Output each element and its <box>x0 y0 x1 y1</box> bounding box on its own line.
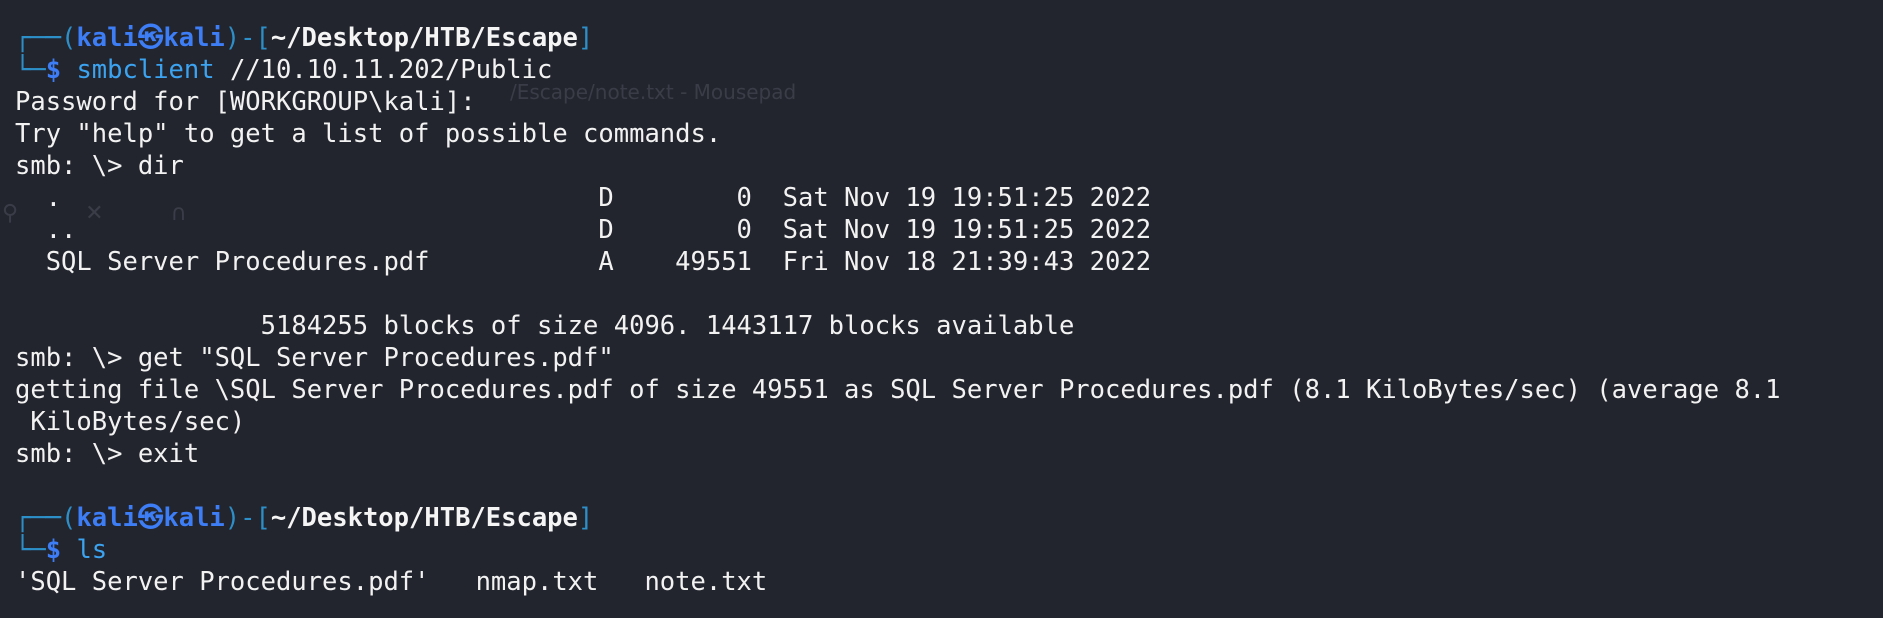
prompt-frame: )-[ <box>224 503 271 533</box>
command-name: ls <box>76 535 108 565</box>
prompt-frame: └─ <box>15 535 46 565</box>
prompt-frame: ┌──( <box>15 503 77 533</box>
prompt-frame: ┌──( <box>15 23 77 53</box>
output-line: 'SQL Server Procedures.pdf' nmap.txt not… <box>15 567 768 597</box>
output-line: smb: \> get "SQL Server Procedures.pdf" <box>15 343 614 373</box>
prompt-path: ~/Desktop/HTB/Escape <box>270 503 578 533</box>
skull-icon: ㉿ <box>137 503 164 533</box>
terminal-window[interactable]: /Escape/note.txt - Mousepad ⚲ ✕ ∩ ┌──(ka… <box>0 0 1883 618</box>
prompt-frame: ] <box>577 23 594 53</box>
output-line: Password for [WORKGROUP\kali]: <box>15 87 476 117</box>
prompt-host: kali <box>163 23 225 53</box>
prompt-header-line: ┌──(kali㉿kali)-[~/Desktop/HTB/Escape] <box>15 502 1883 534</box>
prompt-command-line: └─$ smbclient //10.10.11.202/Public <box>15 54 1883 86</box>
background-toolbar-icons: ⚲ ✕ ∩ <box>2 201 217 226</box>
output-line: . D 0 Sat Nov 19 19:51:25 2022 <box>15 183 1152 213</box>
prompt-path: ~/Desktop/HTB/Escape <box>270 23 578 53</box>
skull-icon: ㉿ <box>137 23 164 53</box>
output-line: KiloBytes/sec) <box>15 407 246 437</box>
command-args: //10.10.11.202/Public <box>214 55 553 85</box>
prompt-user: kali <box>76 23 138 53</box>
output-line: smb: \> dir <box>15 151 184 181</box>
output-line: SQL Server Procedures.pdf A 49551 Fri No… <box>15 247 1152 277</box>
prompt-frame: └─ <box>15 55 46 85</box>
prompt-symbol: $ <box>45 535 62 565</box>
background-window-title: /Escape/note.txt - Mousepad <box>510 80 797 104</box>
prompt-host: kali <box>163 503 225 533</box>
prompt-user: kali <box>76 503 138 533</box>
prompt-command-line: └─$ ls <box>15 534 1883 566</box>
prompt-frame: ] <box>577 503 594 533</box>
output-line: smb: \> exit <box>15 439 200 469</box>
output-line: .. D 0 Sat Nov 19 19:51:25 2022 <box>15 215 1152 245</box>
output-line: Try "help" to get a list of possible com… <box>15 119 722 149</box>
command-name: smbclient <box>76 55 215 85</box>
output-line: getting file \SQL Server Procedures.pdf … <box>15 375 1781 405</box>
prompt-symbol: $ <box>45 55 62 85</box>
prompt-frame: )-[ <box>224 23 271 53</box>
prompt-header-line: ┌──(kali㉿kali)-[~/Desktop/HTB/Escape] <box>15 22 1883 54</box>
output-line: 5184255 blocks of size 4096. 1443117 blo… <box>15 311 1075 341</box>
